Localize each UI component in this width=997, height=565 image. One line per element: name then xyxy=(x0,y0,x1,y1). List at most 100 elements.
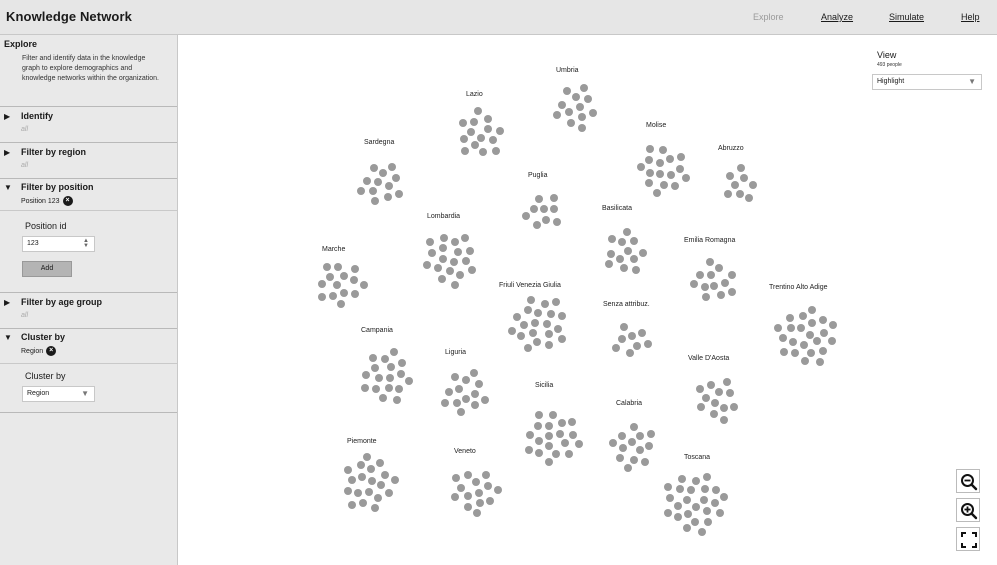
person-node[interactable] xyxy=(540,204,549,213)
person-node[interactable] xyxy=(686,485,695,494)
person-node[interactable] xyxy=(520,320,528,329)
person-node[interactable] xyxy=(379,393,388,402)
person-node[interactable] xyxy=(691,517,700,526)
person-node[interactable] xyxy=(699,495,708,504)
person-node[interactable] xyxy=(702,507,711,516)
person-node[interactable] xyxy=(554,324,563,333)
person-node[interactable] xyxy=(723,189,732,198)
person-node[interactable] xyxy=(348,500,357,509)
person-node[interactable] xyxy=(528,329,537,337)
zoom-out-button[interactable] xyxy=(956,469,980,493)
person-node[interactable] xyxy=(655,158,664,167)
person-node[interactable] xyxy=(388,162,397,171)
person-node[interactable] xyxy=(615,254,624,263)
person-node[interactable] xyxy=(730,180,739,189)
person-node[interactable] xyxy=(451,280,459,289)
person-node[interactable] xyxy=(627,437,636,446)
person-node[interactable] xyxy=(384,181,393,190)
person-node[interactable] xyxy=(463,502,472,511)
person-node[interactable] xyxy=(493,486,502,495)
person-node[interactable] xyxy=(544,421,553,430)
cluster-by-select[interactable]: Region ▼ xyxy=(22,386,95,402)
person-node[interactable] xyxy=(491,146,500,155)
person-node[interactable] xyxy=(564,449,573,458)
person-node[interactable] xyxy=(658,146,667,155)
person-node[interactable] xyxy=(359,281,368,290)
person-node[interactable] xyxy=(719,416,728,424)
person-node[interactable] xyxy=(737,163,745,172)
person-node[interactable] xyxy=(665,154,674,163)
person-node[interactable] xyxy=(457,483,466,492)
nav-explore[interactable]: Explore xyxy=(753,12,784,22)
section-position-title[interactable]: Filter by position xyxy=(21,182,94,192)
person-node[interactable] xyxy=(577,123,586,132)
person-node[interactable] xyxy=(350,275,359,284)
person-node[interactable] xyxy=(571,92,580,101)
person-node[interactable] xyxy=(384,383,393,392)
nav-simulate[interactable]: Simulate xyxy=(889,12,924,22)
person-node[interactable] xyxy=(574,439,583,448)
person-node[interactable] xyxy=(389,348,398,356)
person-node[interactable] xyxy=(466,246,474,255)
person-node[interactable] xyxy=(702,393,711,402)
person-node[interactable] xyxy=(629,255,638,264)
person-node[interactable] xyxy=(336,299,345,308)
person-node[interactable] xyxy=(566,118,575,127)
person-node[interactable] xyxy=(542,319,551,328)
person-node[interactable] xyxy=(384,488,393,497)
person-node[interactable] xyxy=(604,260,613,269)
person-node[interactable] xyxy=(474,488,483,497)
person-node[interactable] xyxy=(480,396,489,405)
person-node[interactable] xyxy=(608,438,617,447)
person-node[interactable] xyxy=(428,248,437,257)
person-node[interactable] xyxy=(469,117,478,126)
close-circle-icon[interactable]: × xyxy=(62,196,73,206)
person-node[interactable] xyxy=(702,473,711,481)
person-node[interactable] xyxy=(390,476,399,485)
person-node[interactable] xyxy=(645,441,654,450)
person-node[interactable] xyxy=(625,349,634,358)
person-node[interactable] xyxy=(513,312,521,321)
person-node[interactable] xyxy=(630,455,639,464)
person-node[interactable] xyxy=(471,389,480,398)
person-node[interactable] xyxy=(579,84,588,93)
person-node[interactable] xyxy=(676,152,685,161)
person-node[interactable] xyxy=(726,171,735,180)
person-node[interactable] xyxy=(706,270,715,279)
person-node[interactable] xyxy=(358,472,366,481)
person-node[interactable] xyxy=(715,508,724,517)
person-node[interactable] xyxy=(645,155,654,164)
person-node[interactable] xyxy=(696,402,705,411)
person-node[interactable] xyxy=(461,376,470,385)
person-node[interactable] xyxy=(557,100,566,109)
person-node[interactable] xyxy=(623,463,632,472)
person-node[interactable] xyxy=(552,110,561,119)
person-node[interactable] xyxy=(357,186,365,195)
person-node[interactable] xyxy=(483,114,492,123)
person-node[interactable] xyxy=(369,353,377,362)
section-cluster-title[interactable]: Cluster by xyxy=(21,332,65,342)
person-node[interactable] xyxy=(578,112,587,121)
person-node[interactable] xyxy=(444,388,453,396)
person-node[interactable] xyxy=(508,326,517,335)
person-node[interactable] xyxy=(458,118,467,127)
person-node[interactable] xyxy=(439,233,448,242)
person-node[interactable] xyxy=(544,431,553,440)
person-node[interactable] xyxy=(696,270,704,279)
person-node[interactable] xyxy=(370,163,379,172)
person-node[interactable] xyxy=(691,503,700,512)
person-node[interactable] xyxy=(340,288,349,297)
position-id-input[interactable]: 123 ▲ ▼ xyxy=(22,236,95,252)
person-node[interactable] xyxy=(495,127,504,136)
nav-analyze[interactable]: Analyze xyxy=(821,12,853,22)
person-node[interactable] xyxy=(540,300,549,309)
person-node[interactable] xyxy=(800,340,808,349)
person-node[interactable] xyxy=(828,320,837,329)
zoom-in-button[interactable] xyxy=(956,498,980,522)
person-node[interactable] xyxy=(363,452,372,461)
person-node[interactable] xyxy=(575,103,584,111)
person-node[interactable] xyxy=(534,437,543,446)
person-node[interactable] xyxy=(461,257,470,266)
person-node[interactable] xyxy=(641,457,650,466)
person-node[interactable] xyxy=(370,503,379,512)
